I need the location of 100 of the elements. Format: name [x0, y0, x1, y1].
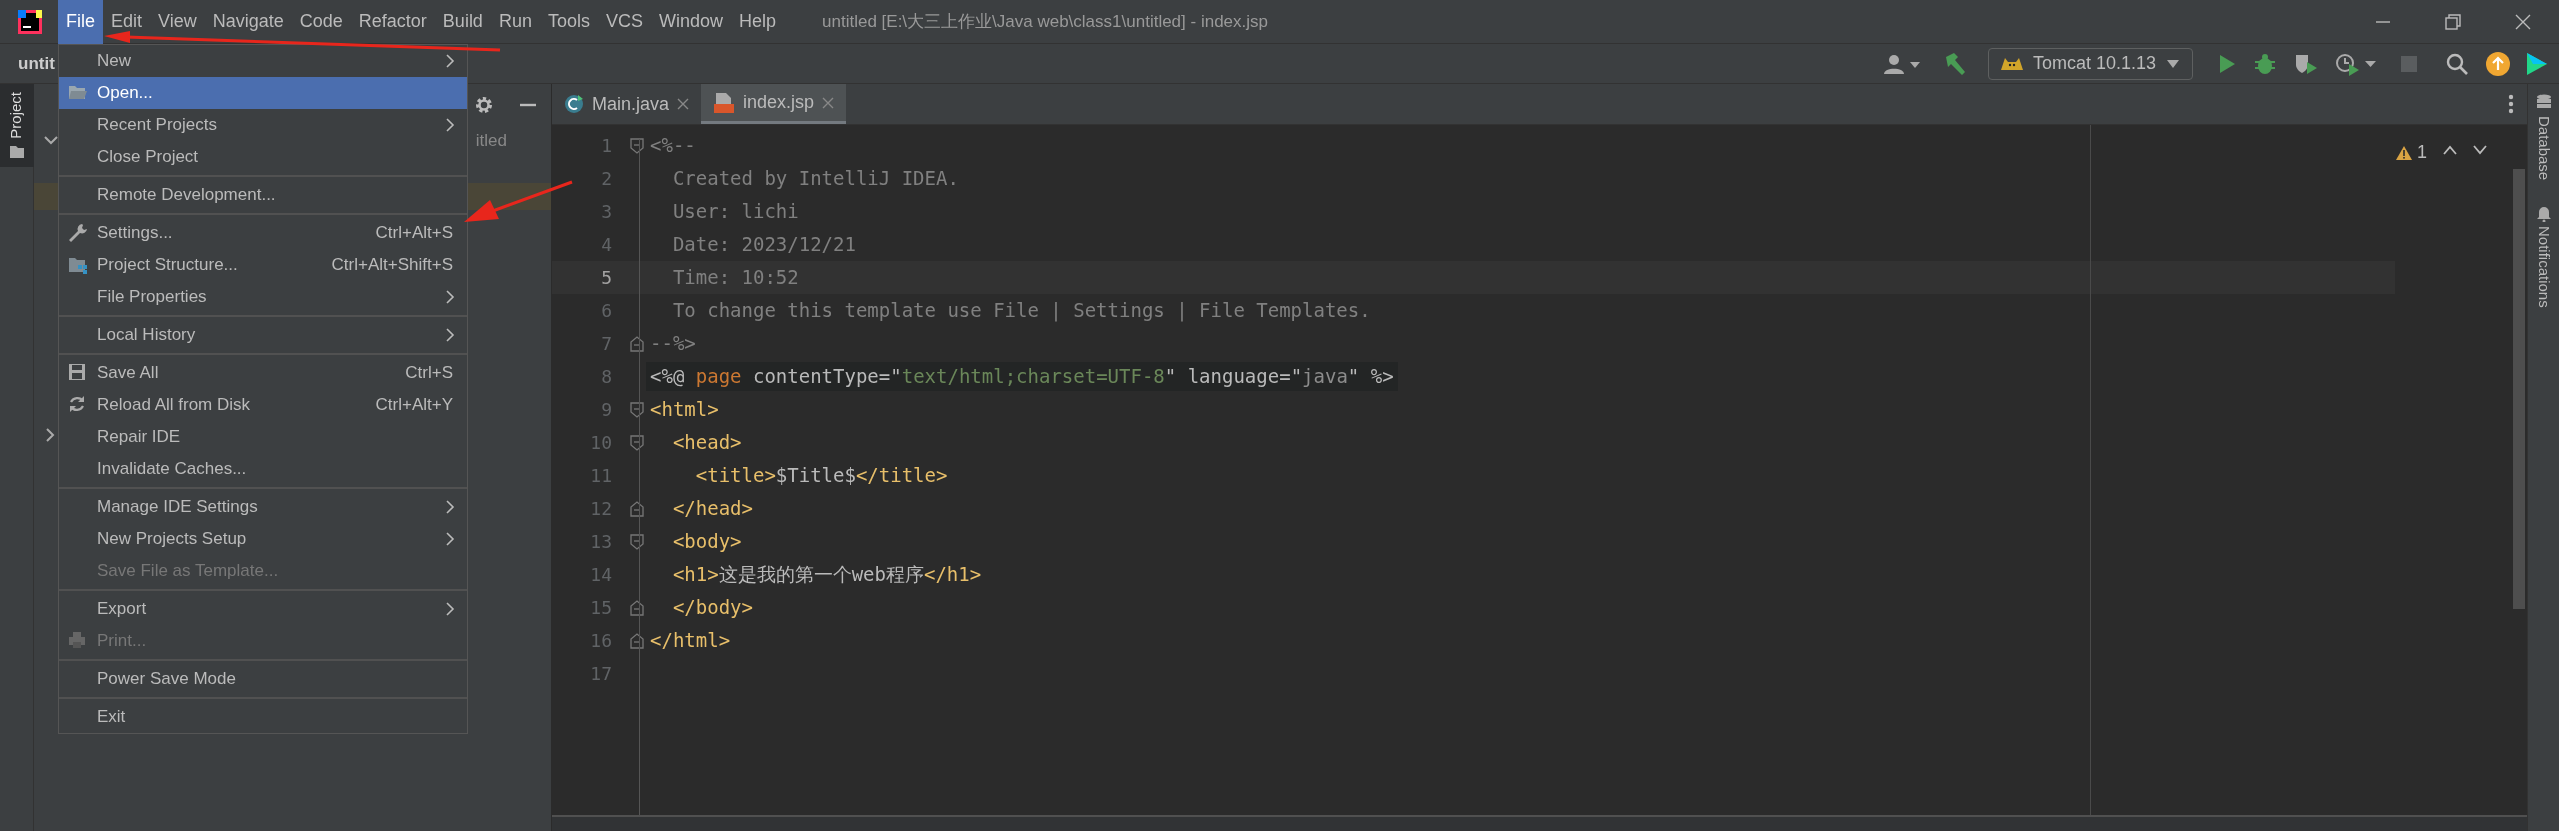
shortcut-text: Ctrl+Alt+S [375, 222, 453, 245]
code-line: Time: 10:52 [671, 265, 799, 291]
tool-window-button[interactable]: Database [2532, 94, 2555, 181]
line-number: 17 [589, 662, 612, 686]
menu-item[interactable]: Export [59, 593, 467, 625]
tool-window-button[interactable]: Notifications [2532, 204, 2555, 308]
line-number: 11 [589, 464, 612, 488]
chevron-down-icon[interactable] [44, 136, 58, 146]
line-number: 12 [589, 497, 612, 521]
toolbox-logo-icon[interactable] [2525, 50, 2549, 77]
wrench-icon [68, 223, 88, 243]
menu-item[interactable]: Refactor [350, 0, 435, 44]
code-line: <title>$Title$</title> [694, 463, 948, 489]
menu-item[interactable]: Remote Development... [59, 179, 467, 211]
code-line: Date: 2023/12/21 [671, 232, 856, 258]
menu-item[interactable]: Navigate [204, 0, 292, 44]
code-line: To change this template use File | Settings | File Templates. [671, 298, 1371, 324]
code-line: </html> [649, 628, 731, 654]
scrollbar-thumb[interactable] [2513, 169, 2525, 609]
code-line: --%> [649, 331, 696, 357]
menu-item[interactable]: Invalidate Caches... [59, 453, 467, 485]
jsp-file-icon [713, 91, 736, 114]
line-number: 1 [600, 134, 612, 158]
menu-item[interactable]: Settings... Ctrl+Alt+S [59, 217, 467, 249]
menu-item[interactable]: Exit [59, 701, 467, 733]
line-number: 7 [600, 332, 612, 356]
code-line: Created by IntelliJ IDEA. [671, 166, 959, 192]
chevron-up-icon[interactable] [2443, 145, 2457, 155]
code-line: <h1>这是我的第一个web程序</h1> [671, 562, 982, 588]
window-title: untitled [E:\大三上作业\Java web\class1\untitled] - index.jsp [822, 10, 1268, 33]
menu-item[interactable]: Window [650, 0, 731, 44]
menu-item[interactable]: Run [490, 0, 540, 44]
menu-item[interactable]: Tools [539, 0, 598, 44]
bell-icon [2535, 204, 2552, 223]
line-number: 4 [600, 233, 612, 257]
menu-item[interactable]: VCS [597, 0, 651, 44]
line-number: 3 [600, 200, 612, 224]
chevron-right-icon[interactable] [46, 427, 56, 442]
menu-item[interactable]: File Properties [59, 281, 467, 313]
menu-item[interactable]: Local History [59, 319, 467, 351]
code-line: User: lichi [671, 199, 799, 225]
shortcut-text: Ctrl+S [405, 362, 453, 385]
shortcut-text: Ctrl+Alt+Y [375, 394, 453, 417]
warning-icon [2395, 144, 2413, 161]
code-line: </body> [671, 595, 753, 621]
code-line: <head> [671, 430, 742, 456]
menu-item[interactable]: Manage IDE Settings [59, 491, 467, 523]
cat-icon [2000, 57, 2023, 70]
editor-tab[interactable]: index.jsp [701, 84, 847, 124]
app-logo-icon[interactable] [18, 9, 42, 34]
menu-item[interactable]: Open... [59, 77, 467, 109]
line-number: 13 [589, 530, 612, 554]
menu-item[interactable]: Repair IDE [59, 421, 467, 453]
menu-item[interactable]: Recent Projects [59, 109, 467, 141]
profiler-icon[interactable] [2335, 51, 2377, 76]
bug-icon[interactable] [2253, 51, 2277, 76]
line-number: 16 [589, 629, 612, 653]
line-number: 15 [589, 596, 612, 620]
shortcut-text: Ctrl+Alt+Shift+S [331, 254, 453, 277]
project-name: untit [18, 52, 55, 75]
line-number: 9 [600, 398, 612, 422]
folder-icon [8, 144, 25, 159]
menu-item[interactable]: New Projects Setup [59, 523, 467, 555]
code-line: </head> [671, 496, 753, 522]
menu-item[interactable]: Reload All from Disk Ctrl+Alt+Y [59, 389, 467, 421]
project-tool-button[interactable]: Project [0, 84, 34, 167]
search-icon[interactable] [2445, 51, 2469, 76]
code-line: <html> [649, 397, 719, 423]
more-icon[interactable] [2507, 93, 2515, 115]
code-line: <%-- [649, 133, 696, 159]
menu-item[interactable]: Save All Ctrl+S [59, 357, 467, 389]
warning-count[interactable]: 1 [2395, 139, 2427, 166]
chevron-down-icon[interactable] [2473, 145, 2487, 155]
line-number: 6 [600, 299, 612, 323]
class-file-icon [564, 94, 584, 114]
editor-tab[interactable]: Main.java [552, 84, 702, 124]
update-icon[interactable] [2485, 50, 2511, 77]
menu-item[interactable]: Edit [103, 0, 151, 44]
code-line: <body> [671, 529, 742, 555]
menu-item[interactable]: Power Save Mode [59, 663, 467, 695]
close-tab-icon[interactable] [677, 98, 690, 110]
line-number: 2 [600, 167, 612, 191]
line-number: 10 [589, 431, 612, 455]
menu-item[interactable]: Help [731, 0, 785, 44]
menu-item[interactable]: View [150, 0, 205, 44]
caret-icon [2166, 58, 2180, 69]
line-number: 8 [600, 365, 612, 389]
menu-item[interactable]: File [58, 0, 103, 44]
run-config-dropdown[interactable]: Tomcat 10.1.13 [1987, 47, 2193, 80]
restore-icon[interactable] [2443, 11, 2463, 32]
menu-item[interactable]: Project Structure... Ctrl+Alt+Shift+S [59, 249, 467, 281]
menu-item[interactable]: New [59, 45, 467, 77]
folder-grid-icon [68, 255, 88, 275]
line-number: 14 [589, 563, 612, 587]
menu-item[interactable]: Code [291, 0, 351, 44]
menu-item[interactable]: Build [434, 0, 491, 44]
tree-item-label[interactable]: itled [475, 128, 507, 154]
printer-icon [68, 631, 88, 651]
line-number: 5 [600, 266, 612, 290]
menu-item[interactable]: Close Project [59, 141, 467, 173]
